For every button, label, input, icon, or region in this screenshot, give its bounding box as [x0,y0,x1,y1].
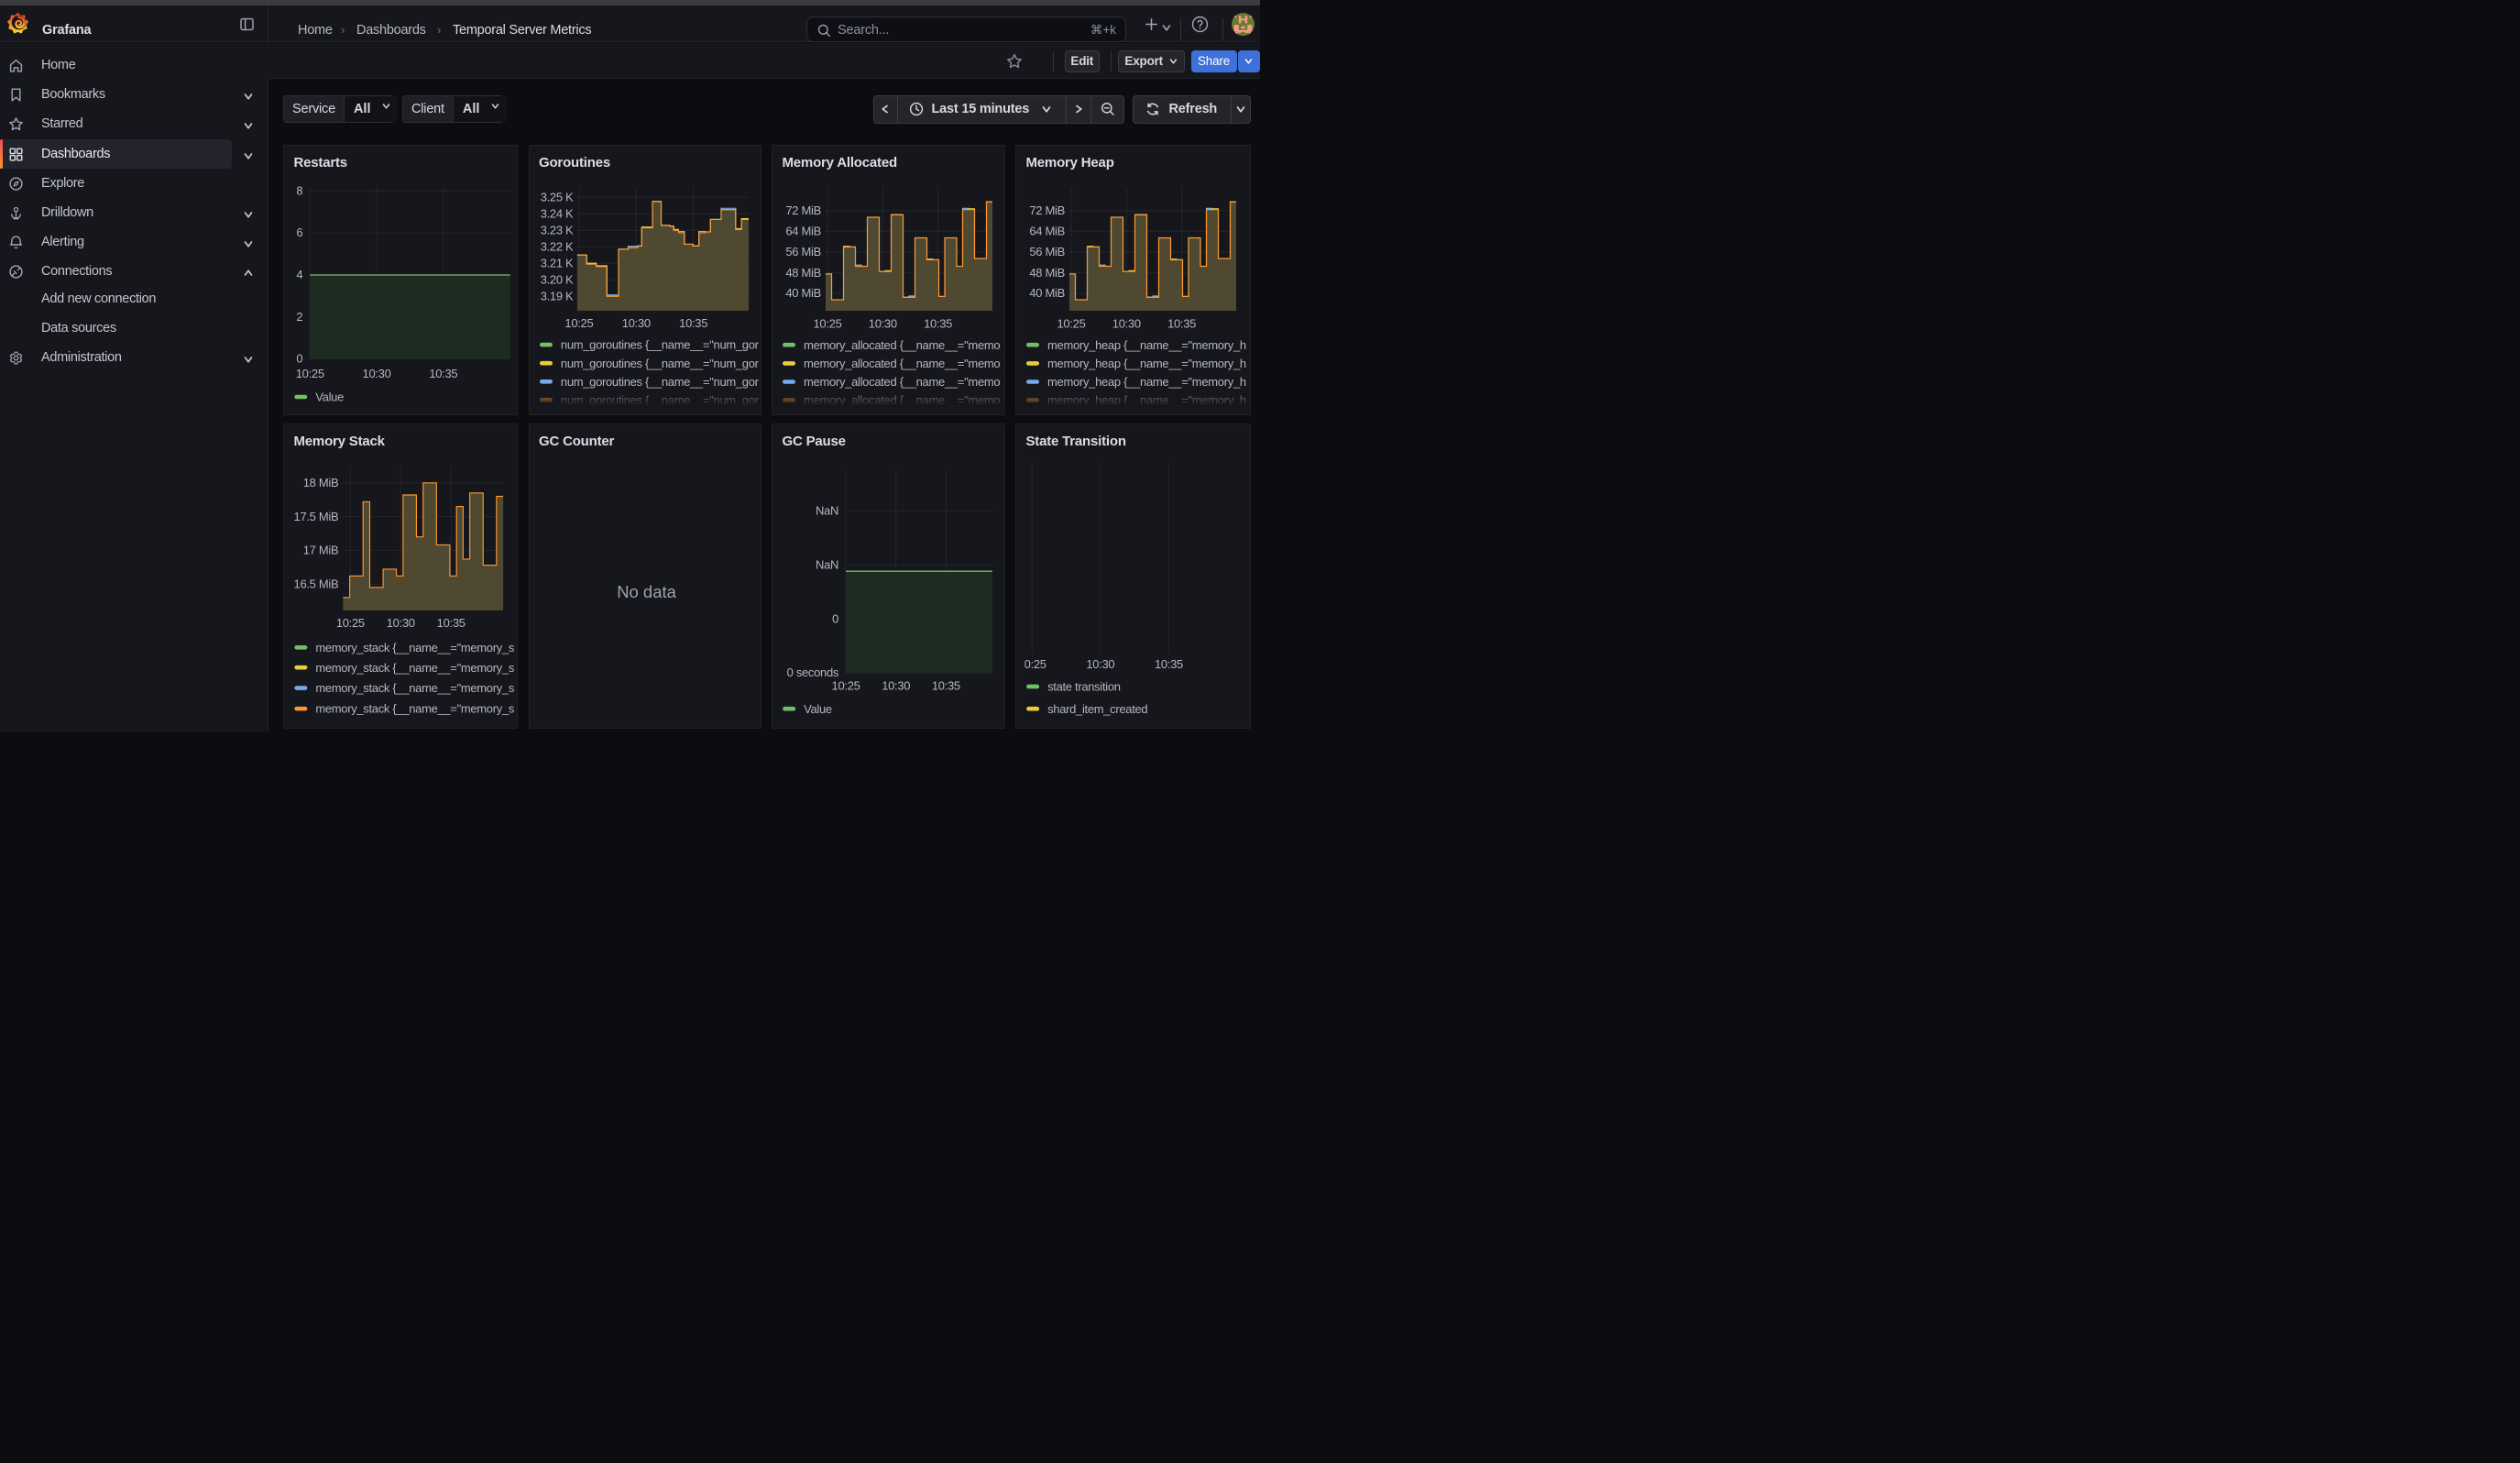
svg-text:8: 8 [296,183,302,197]
svg-text:3.20 K: 3.20 K [540,272,573,286]
svg-text:10:30: 10:30 [869,316,897,330]
svg-text:No data: No data [617,582,676,601]
svg-text:memory_stack {__name__="memory: memory_stack {__name__="memory_s [315,661,514,675]
svg-text:state transition: state transition [1047,680,1121,694]
svg-text:shard_item_created: shard_item_created [1047,702,1147,716]
svg-text:memory_allocated {__name__="me: memory_allocated {__name__="memo [804,338,1000,352]
svg-text:10:30: 10:30 [387,616,415,630]
svg-text:10:35: 10:35 [932,678,960,692]
svg-text:0 seconds: 0 seconds [787,666,839,679]
svg-text:0: 0 [296,352,302,366]
svg-text:6: 6 [296,226,302,239]
svg-text:Value: Value [804,702,832,716]
svg-text:NaN: NaN [816,558,838,572]
svg-text:10:30: 10:30 [882,678,910,692]
svg-text:3.19 K: 3.19 K [540,289,573,302]
svg-text:10:25: 10:25 [564,316,593,330]
svg-text:3.24 K: 3.24 K [540,206,573,220]
svg-text:10:35: 10:35 [429,367,457,380]
svg-text:memory_heap {__name__="memory_: memory_heap {__name__="memory_h [1047,338,1246,352]
svg-text:NaN: NaN [816,504,838,518]
svg-text:56 MiB: 56 MiB [1029,245,1065,258]
svg-text:3.23 K: 3.23 K [540,223,573,236]
svg-text:num_goroutines {__name__="num_: num_goroutines {__name__="num_gor [560,375,759,389]
svg-text:num_goroutines {__name__="num_: num_goroutines {__name__="num_gor [560,357,759,370]
svg-text:17 MiB: 17 MiB [303,544,339,557]
svg-text:64 MiB: 64 MiB [1029,225,1065,238]
svg-text:2: 2 [296,310,302,324]
svg-text:num_goroutines {__name__="num_: num_goroutines {__name__="num_gor [560,393,759,407]
svg-text:10:25: 10:25 [1057,316,1085,330]
svg-text:memory_heap {__name__="memory_: memory_heap {__name__="memory_h [1047,375,1246,389]
svg-text:10:30: 10:30 [1112,316,1141,330]
svg-text:17.5 MiB: 17.5 MiB [294,510,339,523]
svg-text:48 MiB: 48 MiB [1029,266,1065,280]
svg-text:18 MiB: 18 MiB [303,476,339,490]
svg-text:40 MiB: 40 MiB [1029,286,1065,300]
svg-text:16.5 MiB: 16.5 MiB [294,577,339,590]
svg-text:10:35: 10:35 [1155,657,1183,671]
svg-text:memory_allocated {__name__="me: memory_allocated {__name__="memo [804,393,1000,407]
svg-text:72 MiB: 72 MiB [785,204,821,217]
svg-text:72 MiB: 72 MiB [1029,204,1065,217]
svg-text:10:30: 10:30 [1086,657,1114,671]
svg-text:3.21 K: 3.21 K [540,256,573,270]
svg-text:memory_heap {__name__="memory_: memory_heap {__name__="memory_h [1047,393,1246,407]
svg-text:num_goroutines {__name__="num_: num_goroutines {__name__="num_gor [560,338,759,352]
svg-text:memory_allocated {__name__="me: memory_allocated {__name__="memo [804,357,1000,370]
svg-text:56 MiB: 56 MiB [785,245,821,258]
svg-text:10:35: 10:35 [924,316,952,330]
svg-text:10:25: 10:25 [336,616,365,630]
svg-text:10:25: 10:25 [296,367,324,380]
svg-text:10:25: 10:25 [813,316,841,330]
svg-text:0: 0 [832,611,838,625]
svg-text:memory_allocated {__name__="me: memory_allocated {__name__="memo [804,375,1000,389]
svg-text:4: 4 [296,268,302,281]
svg-text:48 MiB: 48 MiB [785,266,821,280]
svg-text:memory_heap {__name__="memory_: memory_heap {__name__="memory_h [1047,357,1246,370]
svg-text:10:25: 10:25 [832,678,860,692]
svg-text:40 MiB: 40 MiB [785,286,821,300]
svg-text:10:30: 10:30 [621,316,650,330]
svg-text:10:35: 10:35 [1167,316,1196,330]
svg-text:10:35: 10:35 [679,316,707,330]
svg-text:Value: Value [315,390,344,404]
svg-text:3.25 K: 3.25 K [540,190,573,204]
svg-text:memory_stack {__name__="memory: memory_stack {__name__="memory_s [315,702,514,716]
svg-text:memory_stack {__name__="memory: memory_stack {__name__="memory_s [315,681,514,695]
svg-text:64 MiB: 64 MiB [785,225,821,238]
svg-text:10:30: 10:30 [363,367,391,380]
svg-text:10:35: 10:35 [437,616,466,630]
svg-text:3.22 K: 3.22 K [540,239,573,253]
svg-text:memory_stack {__name__="memory: memory_stack {__name__="memory_s [315,641,514,654]
